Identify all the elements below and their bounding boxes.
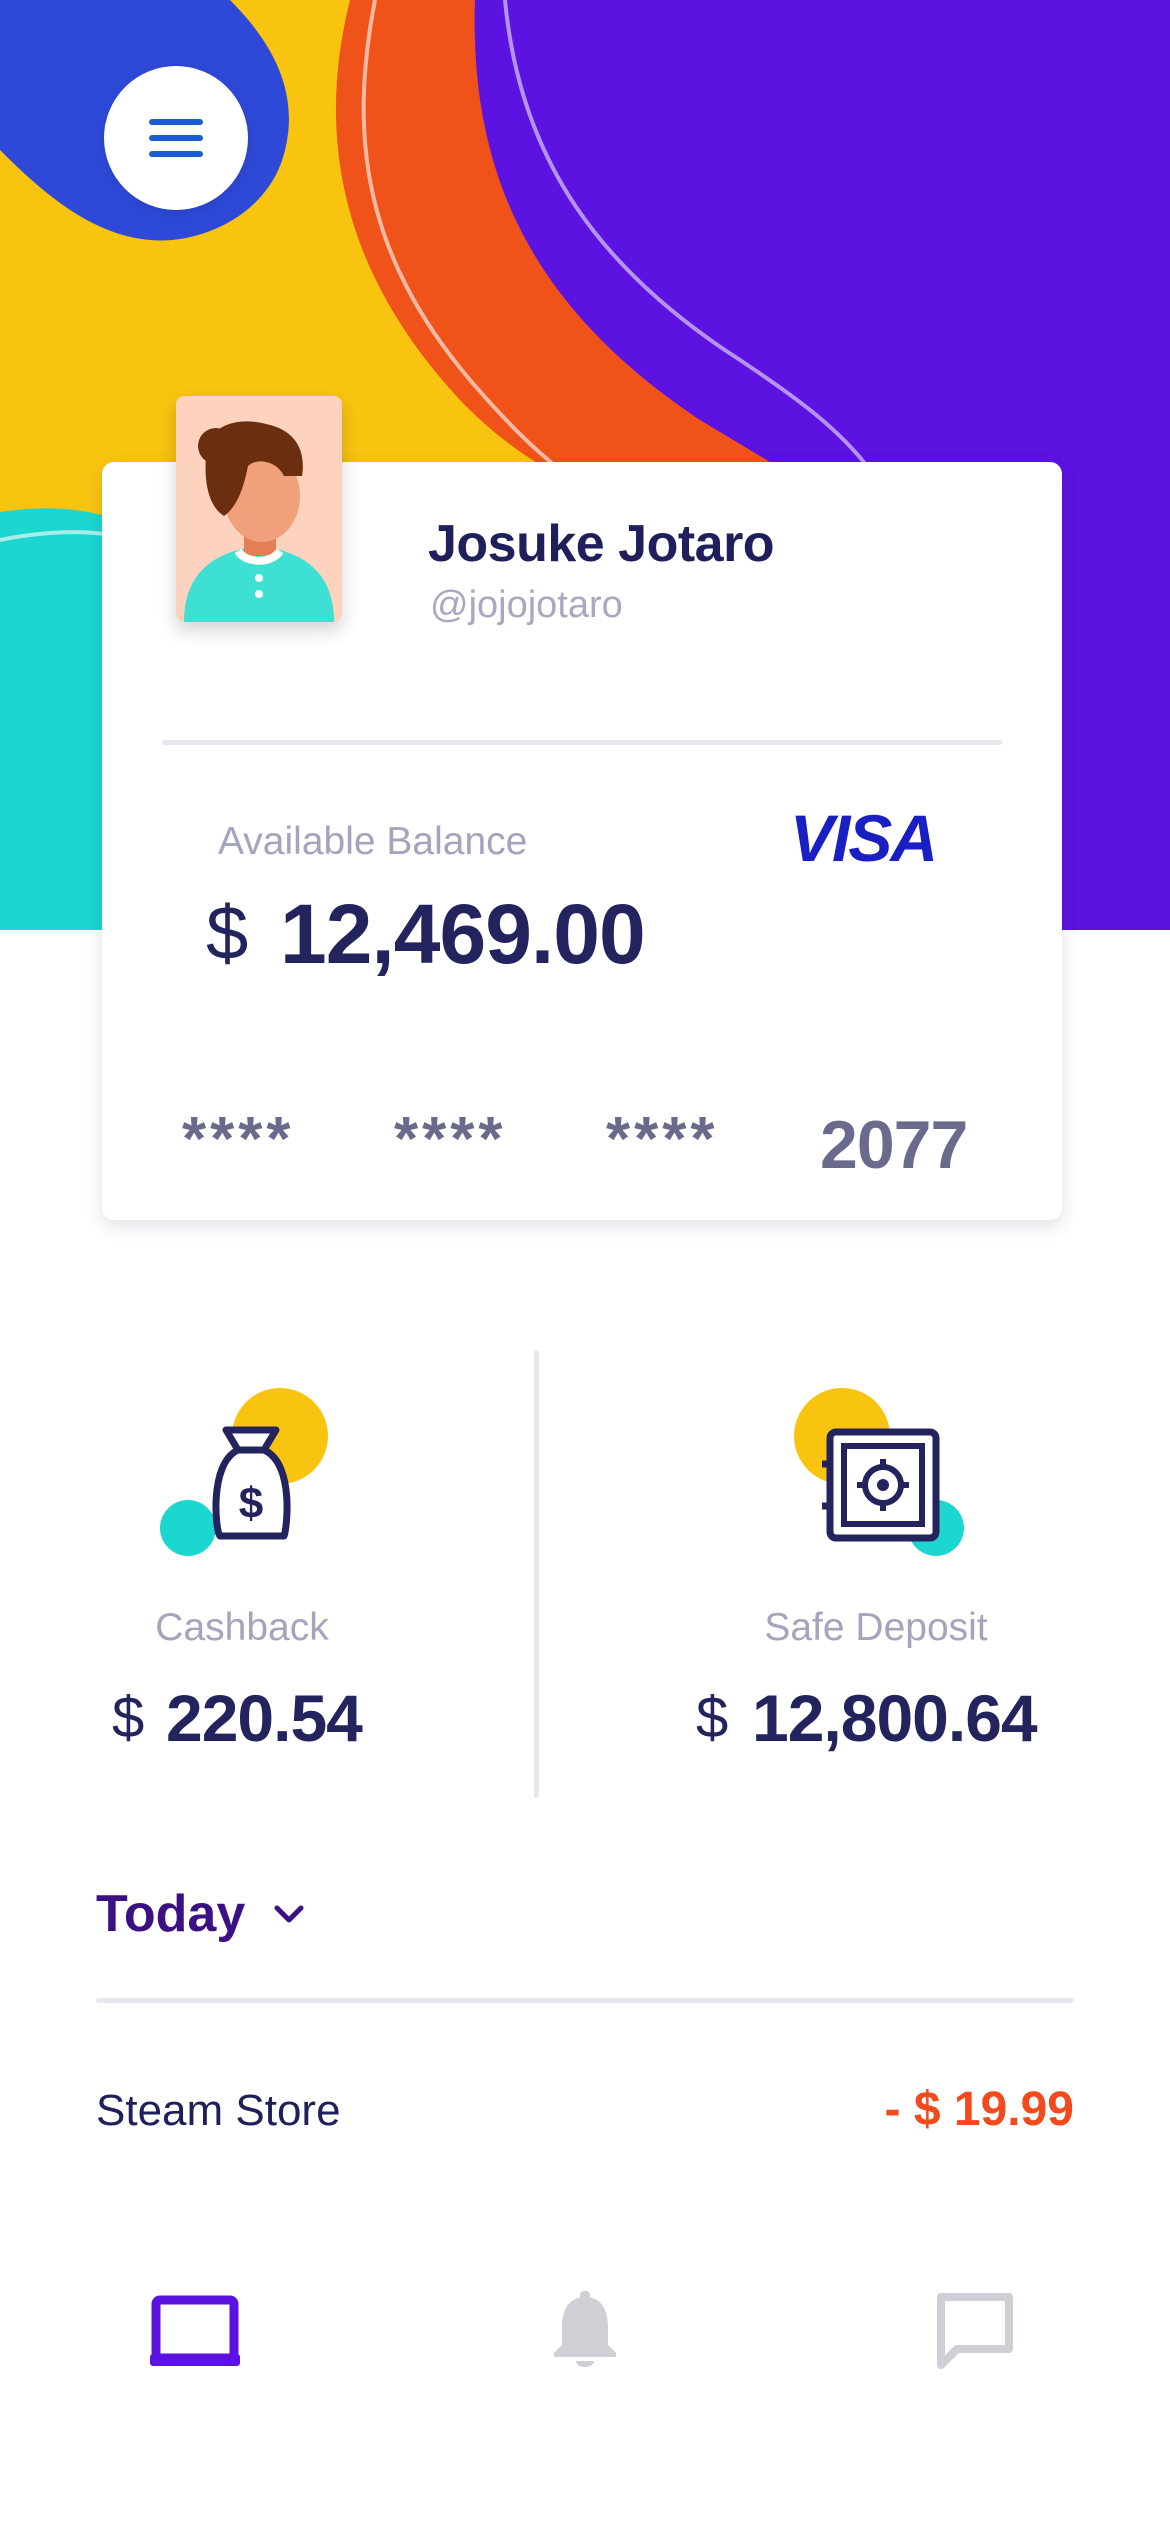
hamburger-icon	[149, 114, 203, 162]
safe-icon	[786, 1384, 966, 1569]
card-number-group: ****	[182, 1105, 295, 1174]
money-bag-icon: $	[156, 1384, 336, 1569]
balance-label: Available Balance	[218, 820, 528, 863]
period-selector[interactable]: Today	[96, 1884, 309, 1944]
period-label: Today	[96, 1885, 246, 1943]
cashback-currency: $	[112, 1685, 145, 1750]
card-number-group: ****	[606, 1105, 719, 1174]
divider	[96, 1998, 1074, 2003]
nav-wallet[interactable]	[140, 2276, 250, 2386]
nav-messages[interactable]	[920, 2276, 1030, 2386]
chat-icon	[937, 2293, 1013, 2369]
visa-logo: VISA	[790, 800, 938, 876]
cashback-amount: 220.54	[166, 1681, 363, 1755]
chevron-down-icon	[274, 1905, 304, 1923]
divider	[162, 740, 1002, 745]
card-last4: 2077	[820, 1107, 968, 1183]
cashback-label: Cashback	[155, 1606, 329, 1649]
safe-deposit-label: Safe Deposit	[764, 1606, 988, 1649]
avatar[interactable]	[176, 396, 342, 622]
laptop-icon	[150, 2295, 240, 2366]
stats-divider	[534, 1350, 539, 1798]
balance-amount: 12,469.00	[280, 887, 646, 981]
profile-handle: @jojojotaro	[430, 584, 623, 626]
menu-button[interactable]	[104, 66, 248, 210]
card-brand: VISA	[790, 801, 938, 875]
bell-icon	[554, 2291, 616, 2367]
balance-currency: $	[206, 891, 249, 976]
safe-deposit-currency: $	[696, 1685, 729, 1750]
profile-name: Josuke Jotaro	[428, 515, 775, 573]
transaction-amount: - $ 19.99	[884, 2083, 1074, 2136]
nav-notifications[interactable]	[530, 2276, 640, 2386]
transaction-name[interactable]: Steam Store	[96, 2086, 341, 2136]
card-number-group: ****	[394, 1105, 507, 1174]
svg-text:$: $	[239, 1479, 263, 1528]
safe-deposit-amount: 12,800.64	[752, 1681, 1038, 1755]
